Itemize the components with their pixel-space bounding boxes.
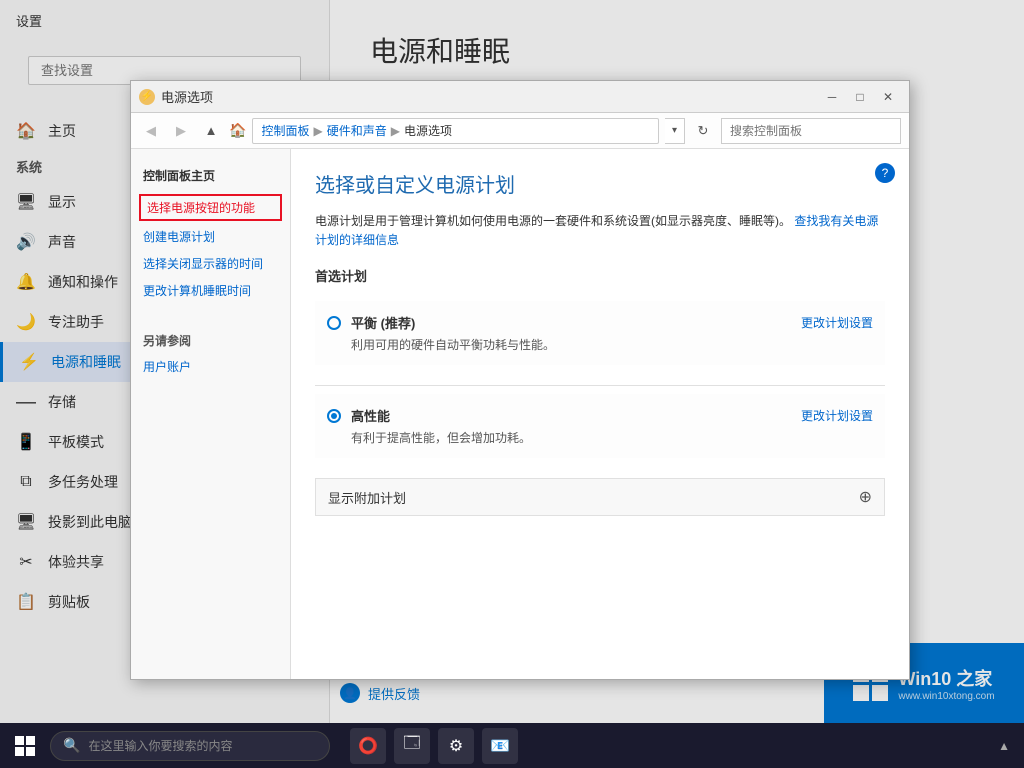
address-breadcrumb: 控制面板 ▶ 硬件和声音 ▶ 电源选项 — [252, 118, 659, 144]
plan-high-left: 高性能 — [327, 406, 390, 425]
back-button[interactable]: ◀ — [139, 119, 163, 143]
dialog-title-icon: ⚡ — [139, 89, 155, 105]
dialog-description: 电源计划是用于管理计算机如何使用电源的一套硬件和系统设置(如显示器亮度、睡眠等)… — [315, 212, 885, 250]
breadcrumb-home[interactable]: 控制面板 — [261, 122, 309, 139]
plan-balanced-left: 平衡 (推荐) — [327, 313, 415, 332]
close-button[interactable]: ✕ — [875, 87, 901, 107]
dialog-content-title: 选择或自定义电源计划 — [315, 169, 885, 198]
search-icon: 🔍 — [63, 737, 80, 754]
refresh-button[interactable]: ↻ — [691, 119, 715, 143]
dialog-search-input[interactable] — [721, 118, 901, 144]
windows-logo-icon — [15, 736, 35, 756]
plan-high-performance: 高性能 更改计划设置 有利于提高性能，但会增加功耗。 — [315, 394, 885, 458]
taskbar-app-mail[interactable]: 📧 — [482, 728, 518, 764]
forward-button[interactable]: ▶ — [169, 119, 193, 143]
plan-balanced-desc: 利用可用的硬件自动平衡功耗与性能。 — [351, 336, 873, 353]
home-breadcrumb-icon: 🏠 — [229, 122, 246, 139]
plan-divider — [315, 385, 885, 386]
plan-high-desc: 有利于提高性能，但会增加功耗。 — [351, 429, 873, 446]
breadcrumb-sep1: ▶ — [313, 124, 322, 138]
radio-balanced[interactable] — [327, 316, 341, 330]
breadcrumb-sep2: ▶ — [391, 124, 400, 138]
breadcrumb-current: 电源选项 — [404, 122, 452, 139]
taskbar-chevron[interactable]: ▲ — [994, 739, 1014, 753]
taskbar-app-taskview[interactable]: ⭕ — [350, 728, 386, 764]
sidebar-link-user-accounts[interactable]: 用户账户 — [131, 353, 290, 380]
sidebar-panel-title: 控制面板主页 — [131, 159, 290, 192]
radio-high-performance[interactable] — [327, 409, 341, 423]
up-button[interactable]: ▲ — [199, 119, 223, 143]
dialog-overlay: ⚡ 电源选项 ─ □ ✕ ◀ ▶ ▲ 🏠 控制面板 ▶ 硬件和声音 ▶ 电源选项… — [0, 0, 1024, 768]
address-bar: ◀ ▶ ▲ 🏠 控制面板 ▶ 硬件和声音 ▶ 电源选项 ▾ ↻ — [131, 113, 909, 149]
taskbar-search-text: 在这里输入你要搜索的内容 — [88, 737, 232, 754]
dialog-main-content: ? 选择或自定义电源计划 电源计划是用于管理计算机如何使用电源的一套硬件和系统设… — [291, 149, 909, 679]
show-more-text: 显示附加计划 — [328, 488, 859, 507]
window-controls: ─ □ ✕ — [819, 87, 901, 107]
dialog-title-text: 电源选项 — [161, 87, 813, 106]
plan-balanced-change-link[interactable]: 更改计划设置 — [801, 314, 873, 331]
also-see-title: 另请参阅 — [131, 324, 290, 353]
plans-section-title: 首选计划 — [315, 266, 885, 289]
sidebar-link-create-plan[interactable]: 创建电源计划 — [131, 223, 290, 250]
taskbar-search-box[interactable]: 🔍 在这里输入你要搜索的内容 — [50, 731, 330, 761]
taskbar: 🔍 在这里输入你要搜索的内容 ⭕ 🗔 ⚙ 📧 ▲ — [0, 723, 1024, 768]
plan-balanced: 平衡 (推荐) 更改计划设置 利用可用的硬件自动平衡功耗与性能。 — [315, 301, 885, 365]
sidebar-link-power-button[interactable]: 选择电源按钮的功能 — [139, 194, 282, 221]
minimize-button[interactable]: ─ — [819, 87, 845, 107]
taskbar-right: ▲ — [994, 739, 1024, 753]
breadcrumb-level1[interactable]: 硬件和声音 — [327, 122, 387, 139]
also-see-section: 另请参阅 用户账户 — [131, 324, 290, 380]
dialog-sidebar: 控制面板主页 选择电源按钮的功能 创建电源计划 选择关闭显示器的时间 更改计算机… — [131, 149, 291, 679]
power-options-dialog: ⚡ 电源选项 ─ □ ✕ ◀ ▶ ▲ 🏠 控制面板 ▶ 硬件和声音 ▶ 电源选项… — [130, 80, 910, 680]
address-dropdown-button[interactable]: ▾ — [665, 118, 685, 144]
sidebar-link-display-time[interactable]: 选择关闭显示器的时间 — [131, 250, 290, 277]
plan-balanced-name: 平衡 (推荐) — [351, 313, 415, 332]
plan-high-header: 高性能 更改计划设置 — [327, 406, 873, 425]
dialog-titlebar: ⚡ 电源选项 ─ □ ✕ — [131, 81, 909, 113]
sidebar-link-sleep-time[interactable]: 更改计算机睡眠时间 — [131, 277, 290, 304]
taskbar-app-icons: ⭕ 🗔 ⚙ 📧 — [350, 728, 518, 764]
plan-high-change-link[interactable]: 更改计划设置 — [801, 407, 873, 424]
start-button[interactable] — [0, 723, 50, 768]
taskbar-app-files[interactable]: 🗔 — [394, 728, 430, 764]
plan-balanced-header: 平衡 (推荐) 更改计划设置 — [327, 313, 873, 332]
help-icon[interactable]: ? — [875, 163, 895, 183]
expand-icon: ⊕ — [859, 487, 872, 507]
taskbar-app-settings[interactable]: ⚙ — [438, 728, 474, 764]
show-more-plans[interactable]: 显示附加计划 ⊕ — [315, 478, 885, 516]
dialog-body: 控制面板主页 选择电源按钮的功能 创建电源计划 选择关闭显示器的时间 更改计算机… — [131, 149, 909, 679]
maximize-button[interactable]: □ — [847, 87, 873, 107]
plan-high-name: 高性能 — [351, 406, 390, 425]
